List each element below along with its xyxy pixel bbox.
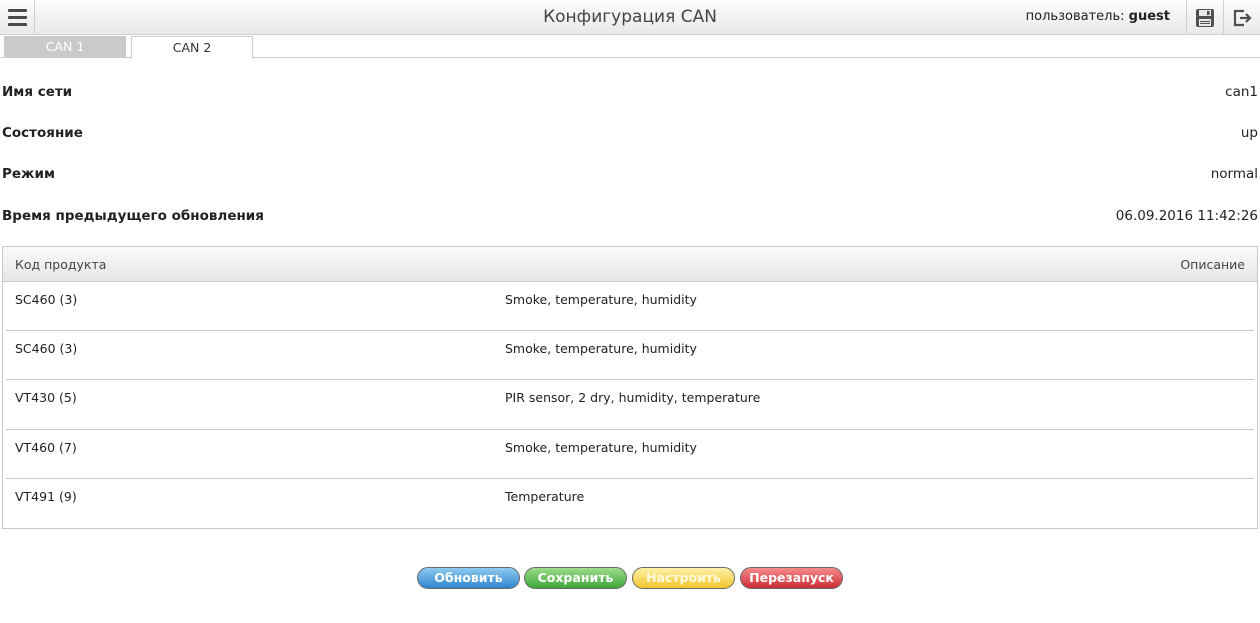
- column-header-product-code[interactable]: Код продукта: [15, 247, 106, 282]
- info-row-mode: Режим normal: [2, 166, 1258, 186]
- restart-button[interactable]: Перезапуск: [740, 567, 843, 589]
- network-name-label: Имя сети: [2, 84, 73, 100]
- top-bar: Конфигурация CAN пользователь: guest: [0, 0, 1260, 35]
- info-row-state: Состояние up: [2, 125, 1258, 145]
- product-code-cell: SC460 (3): [15, 292, 78, 307]
- description-cell: PIR sensor, 2 dry, humidity, temperature: [505, 390, 761, 405]
- table-header: Код продукта Описание: [3, 247, 1257, 282]
- table-row[interactable]: SC460 (3) Smoke, temperature, humidity: [6, 282, 1254, 331]
- table-row[interactable]: VT460 (7) Smoke, temperature, humidity: [6, 430, 1254, 479]
- configure-button[interactable]: Настроить: [632, 567, 735, 589]
- table-row[interactable]: VT491 (9) Temperature: [6, 479, 1254, 528]
- tab-bar: CAN 1 CAN 2: [0, 35, 1260, 59]
- column-header-description[interactable]: Описание: [1180, 247, 1245, 282]
- table-row[interactable]: SC460 (3) Smoke, temperature, humidity: [6, 331, 1254, 380]
- last-update-value: 06.09.2016 11:42:26: [1115, 208, 1258, 224]
- product-code-cell: VT491 (9): [15, 489, 77, 504]
- state-value: up: [1240, 125, 1258, 141]
- product-code-cell: SC460 (3): [15, 341, 78, 356]
- logout-icon[interactable]: [1223, 0, 1260, 35]
- user-info: пользователь: guest: [1026, 0, 1170, 35]
- user-prefix: пользователь:: [1025, 9, 1125, 24]
- tab-can2[interactable]: CAN 2: [131, 36, 253, 59]
- state-label: Состояние: [2, 125, 83, 141]
- info-row-network-name: Имя сети can1: [2, 84, 1258, 104]
- table-row[interactable]: VT430 (5) PIR sensor, 2 dry, humidity, t…: [6, 380, 1254, 430]
- tab-can1[interactable]: CAN 1: [4, 36, 126, 58]
- last-update-label: Время предыдущего обновления: [2, 208, 264, 224]
- info-row-last-update: Время предыдущего обновления 06.09.2016 …: [2, 208, 1258, 228]
- hamburger-menu-icon[interactable]: [0, 0, 35, 35]
- description-cell: Smoke, temperature, humidity: [505, 440, 697, 455]
- mode-value: normal: [1210, 166, 1258, 182]
- product-code-cell: VT460 (7): [15, 440, 77, 455]
- description-cell: Smoke, temperature, humidity: [505, 341, 697, 356]
- mode-label: Режим: [2, 166, 55, 182]
- description-cell: Smoke, temperature, humidity: [505, 292, 697, 307]
- product-code-cell: VT430 (5): [15, 390, 77, 405]
- product-table: Код продукта Описание SC460 (3) Smoke, t…: [2, 246, 1258, 529]
- network-name-value: can1: [1225, 84, 1258, 100]
- floppy-disk-icon[interactable]: [1186, 0, 1223, 35]
- description-cell: Temperature: [505, 489, 585, 504]
- save-button[interactable]: Сохранить: [524, 567, 627, 589]
- user-name: guest: [1128, 9, 1170, 24]
- refresh-button[interactable]: Обновить: [417, 567, 520, 589]
